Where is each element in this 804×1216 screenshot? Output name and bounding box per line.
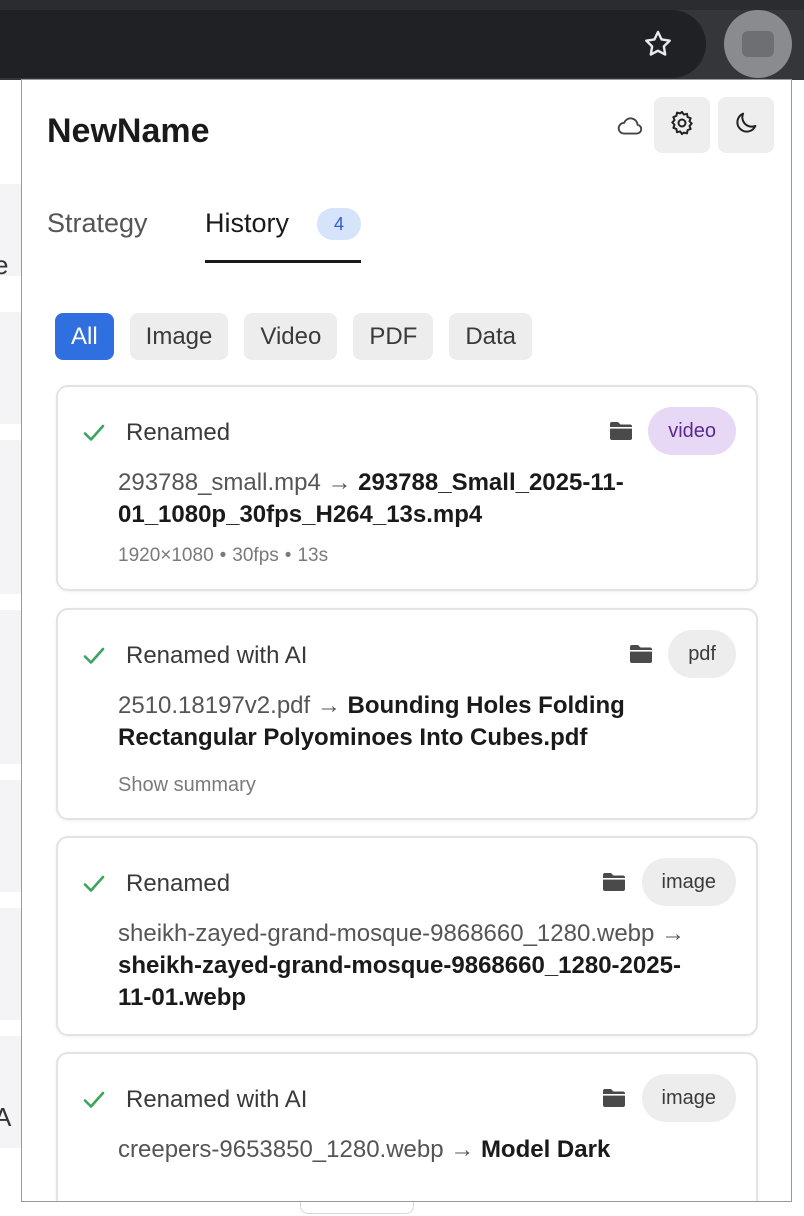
check-icon bbox=[82, 644, 106, 668]
filter-pdf[interactable]: PDF bbox=[353, 313, 434, 360]
arrow: → bbox=[450, 1136, 475, 1163]
new-filename: Model Dark bbox=[480, 1136, 611, 1163]
folder-icon[interactable] bbox=[608, 419, 634, 443]
extension-icon[interactable] bbox=[724, 10, 792, 78]
star-icon[interactable] bbox=[636, 24, 680, 64]
status-text: Renamed with AI bbox=[126, 1086, 308, 1113]
browser-tabstrip bbox=[0, 0, 804, 10]
tab-history[interactable]: History bbox=[205, 208, 289, 239]
show-summary-link[interactable]: Show summary bbox=[118, 774, 256, 797]
history-item: Renamed with AI image creepers-9653850_1… bbox=[56, 1052, 758, 1201]
rename-text: 293788_small.mp4 → 293788_Small_2025-11-… bbox=[118, 467, 698, 531]
type-badge: pdf bbox=[668, 630, 736, 678]
history-count-badge: 4 bbox=[317, 208, 361, 240]
moon-icon bbox=[732, 109, 760, 142]
tab-strategy[interactable]: Strategy bbox=[47, 208, 148, 239]
folder-icon[interactable] bbox=[601, 1086, 627, 1110]
type-filters: All Image Video PDF Data bbox=[55, 313, 533, 360]
type-badge: video bbox=[648, 407, 736, 455]
file-meta: 1920×1080 • 30fps • 13s bbox=[118, 545, 329, 566]
resolution: 1920×1080 bbox=[118, 545, 214, 566]
type-badge: image bbox=[641, 1074, 736, 1122]
original-filename: 293788_small.mp4 bbox=[118, 469, 321, 496]
filter-all[interactable]: All bbox=[55, 313, 114, 360]
gear-icon bbox=[668, 109, 696, 142]
status-text: Renamed bbox=[126, 870, 231, 897]
check-icon bbox=[82, 872, 106, 896]
filter-video[interactable]: Video bbox=[244, 313, 338, 360]
app-title: NewName bbox=[47, 112, 210, 150]
status-text: Renamed bbox=[126, 419, 231, 446]
active-tab-indicator bbox=[205, 260, 361, 263]
address-bar[interactable] bbox=[0, 10, 706, 78]
history-item: Renamed video 293788_small.mp4 → 293788_… bbox=[56, 385, 758, 591]
duration: 13s bbox=[297, 545, 329, 566]
type-badge: image bbox=[641, 858, 736, 906]
settings-button[interactable] bbox=[654, 97, 710, 153]
check-icon bbox=[82, 421, 106, 445]
check-icon bbox=[82, 1088, 106, 1112]
folder-icon[interactable] bbox=[628, 642, 654, 666]
rename-text: creepers-9653850_1280.webp → Model Dark bbox=[118, 1134, 698, 1166]
original-filename: sheikh-zayed-grand-mosque-9868660_1280.w… bbox=[118, 920, 655, 947]
original-filename: 2510.18197v2.pdf bbox=[118, 692, 311, 719]
cloud-icon[interactable] bbox=[612, 108, 648, 144]
history-item: Renamed with AI pdf 2510.18197v2.pdf → B… bbox=[56, 608, 758, 820]
history-item: Renamed image sheikh-zayed-grand-mosque-… bbox=[56, 836, 758, 1036]
status-text: Renamed with AI bbox=[126, 642, 308, 669]
folder-icon[interactable] bbox=[601, 870, 627, 894]
framerate: 30fps bbox=[232, 545, 279, 566]
original-filename: creepers-9653850_1280.webp bbox=[118, 1136, 444, 1163]
filter-data[interactable]: Data bbox=[449, 313, 533, 360]
arrow: → bbox=[327, 469, 352, 496]
arrow: → bbox=[661, 920, 686, 947]
filter-image[interactable]: Image bbox=[129, 313, 229, 360]
extension-popup: NewName Strategy History 4 All Image Vid… bbox=[21, 79, 792, 1202]
theme-toggle-button[interactable] bbox=[718, 97, 774, 153]
rename-text: 2510.18197v2.pdf → Bounding Holes Foldin… bbox=[118, 690, 698, 754]
arrow: → bbox=[316, 692, 341, 719]
rename-text: sheikh-zayed-grand-mosque-9868660_1280.w… bbox=[118, 918, 698, 1014]
new-filename: sheikh-zayed-grand-mosque-9868660_1280-2… bbox=[118, 952, 681, 1011]
browser-toolbar bbox=[0, 10, 804, 80]
